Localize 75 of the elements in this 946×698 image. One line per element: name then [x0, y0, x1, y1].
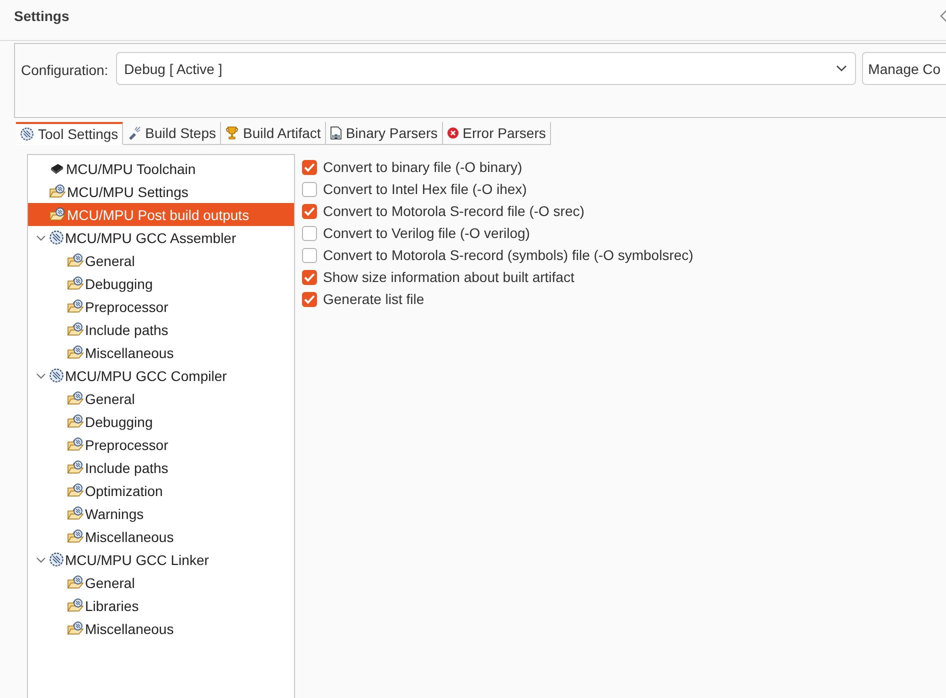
folder-icon — [67, 322, 84, 337]
tree-item[interactable]: Preprocessor — [28, 295, 294, 318]
tree-item[interactable]: General — [28, 571, 294, 594]
option-checkbox[interactable]: Convert to Motorola S-record file (-O srec) — [302, 200, 694, 222]
tree-item[interactable]: General — [28, 249, 294, 272]
folder-icon — [67, 529, 84, 544]
option-checkbox[interactable]: Convert to Intel Hex file (-O ihex) — [302, 178, 694, 200]
chevron-left-icon[interactable] — [940, 9, 946, 23]
checkbox[interactable] — [302, 182, 317, 196]
chevron-icon[interactable] — [36, 554, 46, 564]
checkbox[interactable] — [302, 270, 317, 284]
tree-item[interactable]: Debugging — [28, 410, 294, 433]
tree-item[interactable]: MCU/MPU GCC Linker — [28, 548, 294, 571]
tree-item[interactable]: Include paths — [28, 456, 294, 479]
tab[interactable]: Binary Parsers — [326, 122, 443, 145]
folder-icon — [67, 299, 84, 314]
tree-item[interactable]: Libraries — [28, 594, 294, 617]
tab[interactable]: Tool Settings — [16, 122, 124, 145]
option-checkbox[interactable]: Convert to Motorola S-record (symbols) file (-O symbolsrec) — [302, 244, 694, 266]
tree-item[interactable]: Miscellaneous — [28, 525, 294, 548]
tab[interactable]: Build Artifact — [221, 122, 326, 145]
spray-icon — [127, 126, 142, 140]
folder-icon — [67, 345, 84, 360]
tab[interactable]: Error Parsers — [442, 122, 551, 145]
trophy-icon — [225, 126, 239, 140]
folder-icon — [67, 506, 84, 521]
option-checkbox[interactable]: Convert to binary file (-O binary) — [302, 156, 694, 178]
option-checkbox[interactable]: Show size information about built artifact — [302, 266, 694, 288]
tree-item[interactable]: MCU/MPU Settings — [28, 180, 294, 203]
tree-item[interactable]: Miscellaneous — [28, 341, 294, 364]
document-icon — [330, 126, 342, 140]
dropdown-chevron-icon — [836, 65, 848, 72]
folder-icon — [67, 276, 84, 291]
checkbox[interactable] — [302, 292, 317, 306]
error-icon — [446, 127, 459, 139]
tree-item[interactable]: Warnings — [28, 502, 294, 525]
chip-icon — [49, 162, 65, 176]
folder-icon — [67, 437, 84, 452]
tree-item[interactable]: Optimization — [28, 479, 294, 502]
option-checkbox[interactable]: Convert to Verilog file (-O verilog) — [302, 222, 694, 244]
folder-icon — [67, 598, 84, 613]
tree-item[interactable]: Preprocessor — [28, 433, 294, 456]
tree-item[interactable]: MCU/MPU Post build outputs — [28, 203, 294, 226]
tree-item[interactable]: Miscellaneous — [28, 617, 294, 640]
folder-icon — [67, 460, 84, 475]
gear-icon — [49, 552, 64, 567]
gear-icon — [49, 368, 64, 383]
tree-item[interactable]: MCU/MPU Toolchain — [28, 157, 294, 180]
configuration-label: Configuration: — [21, 62, 108, 78]
checkbox[interactable] — [302, 160, 317, 174]
manage-configurations-button[interactable]: Manage Co — [862, 52, 946, 85]
tree-item[interactable]: Debugging — [28, 272, 294, 295]
folder-icon — [67, 391, 84, 406]
folder-icon — [67, 621, 84, 636]
checkbox[interactable] — [302, 226, 317, 240]
checkbox[interactable] — [302, 204, 317, 218]
window-title: Settings — [14, 8, 70, 24]
folder-icon — [49, 184, 66, 199]
tree-item[interactable]: MCU/MPU GCC Compiler — [28, 364, 294, 387]
tab[interactable]: Build Steps — [123, 122, 221, 145]
gear-icon — [20, 127, 34, 141]
option-checkbox[interactable]: Generate list file — [302, 288, 694, 310]
tree-item[interactable]: General — [28, 387, 294, 410]
chevron-icon[interactable] — [36, 232, 46, 242]
folder-icon — [67, 253, 84, 268]
chevron-icon[interactable] — [36, 370, 46, 380]
tree-item[interactable]: Include paths — [28, 318, 294, 341]
configuration-dropdown[interactable]: Debug [ Active ] — [116, 52, 856, 85]
checkbox[interactable] — [302, 248, 317, 262]
folder-icon — [67, 575, 84, 590]
folder-icon — [67, 414, 84, 429]
tree-item[interactable]: MCU/MPU GCC Assembler — [28, 226, 294, 249]
gear-icon — [49, 230, 64, 245]
folder-icon — [67, 483, 84, 498]
folder-icon — [49, 207, 66, 222]
